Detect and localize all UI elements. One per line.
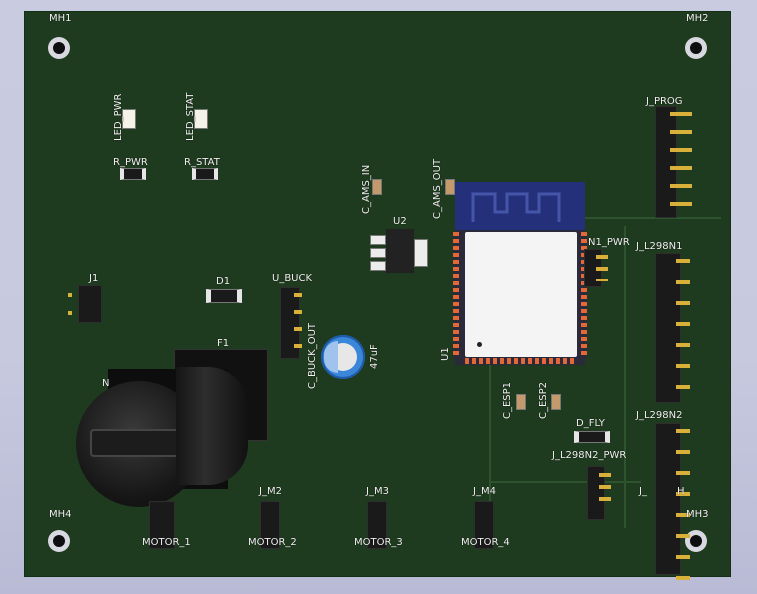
electrolytic-capacitor	[321, 335, 365, 379]
label-c-ams-out: C_AMS_OUT	[432, 158, 443, 219]
label-motor-4: MOTOR_4	[461, 537, 510, 548]
label-f1: F1	[217, 338, 230, 349]
pin1-marker	[477, 342, 482, 347]
label-mh2: MH2	[686, 13, 709, 24]
label-motor-1: MOTOR_1	[142, 537, 191, 548]
label-cap-value: 47uF	[369, 344, 380, 369]
label-j-prog: J_PROG	[646, 96, 683, 107]
label-u-buck: U_BUCK	[272, 273, 313, 284]
fuse-barrel	[176, 367, 248, 485]
label-n1-pwr: N1_PWR	[588, 237, 630, 248]
esp-pin-row-left	[453, 232, 459, 358]
resistor-r-pwr	[120, 168, 146, 180]
capacitor-polarity-stripe	[324, 341, 338, 373]
label-j-l298n1: J_L298N1	[636, 241, 683, 252]
label-h-partial: H	[677, 486, 685, 497]
label-n-partial: N	[102, 378, 110, 389]
regulator-u2-pin	[370, 261, 386, 271]
capacitor-c-ams-in	[372, 179, 382, 195]
label-j-m4: J_M4	[473, 486, 496, 497]
label-j-partial: J_	[639, 486, 647, 497]
trace	[489, 481, 641, 483]
esp-pin-row-bottom	[465, 358, 577, 364]
antenna-trace-icon	[471, 192, 561, 222]
label-c-esp2: C_ESP2	[538, 381, 549, 419]
header-j-l298n1-pins	[676, 259, 690, 399]
mounting-hole-mh1	[48, 37, 70, 59]
label-led-pwr: LED_PWR	[113, 93, 124, 141]
label-r-stat: R_STAT	[184, 157, 220, 168]
header-j-prog-pins	[670, 106, 692, 216]
label-j-m2: J_M2	[259, 486, 282, 497]
trace	[624, 226, 626, 528]
diode-d1	[206, 289, 242, 303]
resistor-r-stat	[192, 168, 218, 180]
label-j-m3: J_M3	[366, 486, 389, 497]
label-mh1: MH1	[49, 13, 72, 24]
regulator-u2-pin	[370, 248, 386, 258]
label-mh3: MH3	[686, 509, 709, 520]
capacitor-c-ams-out	[445, 179, 455, 195]
label-j-l298n2: J_L298N2	[636, 410, 683, 421]
label-led-stat: LED_STAT	[185, 92, 196, 141]
label-u1: U1	[440, 347, 451, 361]
header-u-buck-pins	[294, 293, 302, 353]
esp-antenna-area	[455, 182, 585, 230]
label-d1: D1	[216, 276, 231, 287]
esp-module-u1	[453, 182, 587, 365]
header-j1	[78, 285, 102, 323]
mounting-hole-mh4	[48, 530, 70, 552]
capacitor-c-esp2	[551, 394, 561, 410]
label-j-l298n2-pwr: J_L298N2_PWR	[552, 450, 627, 461]
led-pwr	[122, 109, 136, 129]
label-c-ams-in: C_AMS_IN	[361, 164, 372, 214]
label-motor-3: MOTOR_3	[354, 537, 403, 548]
diode-d-fly	[574, 431, 610, 443]
header-j1-pin	[68, 311, 72, 315]
led-stat	[194, 109, 208, 129]
label-mh4: MH4	[49, 509, 72, 520]
label-j1: J1	[89, 273, 99, 284]
header-n1-pwr-pins	[596, 255, 608, 281]
label-d-fly: D_FLY	[576, 418, 605, 429]
esp-shield-can	[465, 232, 577, 357]
header-j1-pin	[68, 293, 72, 297]
label-c-esp1: C_ESP1	[502, 381, 513, 419]
label-u2: U2	[393, 216, 407, 227]
regulator-u2-tab	[414, 239, 428, 267]
label-c-buck-out: C_BUCK_OUT	[307, 322, 318, 389]
regulator-u2	[386, 229, 414, 273]
capacitor-c-esp1	[516, 394, 526, 410]
header-j-l298n2-pins	[676, 429, 690, 581]
label-motor-2: MOTOR_2	[248, 537, 297, 548]
header-j-l298n2-pwr-pins	[599, 473, 611, 503]
mounting-hole-mh2	[685, 37, 707, 59]
regulator-u2-pin	[370, 235, 386, 245]
label-r-pwr: R_PWR	[113, 157, 148, 168]
